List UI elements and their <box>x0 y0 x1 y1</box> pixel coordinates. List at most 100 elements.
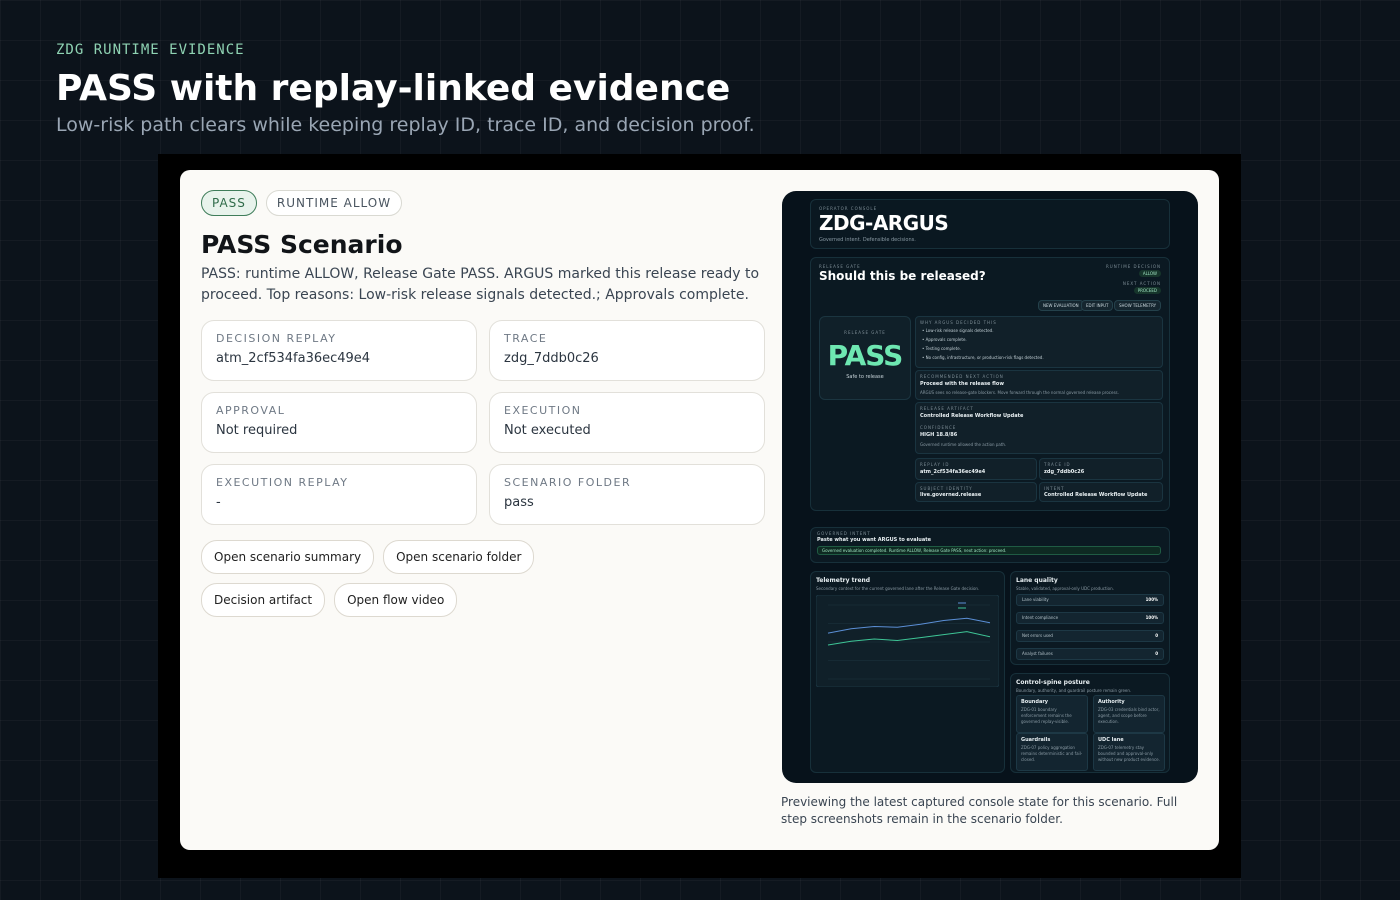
artifact-name: Controlled Release Workflow Update <box>920 413 1024 419</box>
field-value: pass <box>504 495 534 510</box>
scenario-description: PASS: runtime ALLOW, Release Gate PASS. … <box>201 266 760 303</box>
field-label: DECISION REPLAY <box>216 332 337 345</box>
page-title: PASS with replay-linked evidence <box>56 68 731 109</box>
field-value: - <box>216 495 221 510</box>
spine-subtitle: Boundary, authority, and guardrail postu… <box>1016 688 1132 693</box>
reason-item: • Approvals complete. <box>922 337 967 342</box>
console-preview: OPERATOR CONSOLE ZDG-ARGUS Governed inte… <box>782 191 1198 783</box>
approval-field: APPROVAL Not required <box>201 392 477 453</box>
verdict-card: RELEASE GATE PASS Safe to release <box>819 316 911 400</box>
verdict-subtext: Safe to release <box>846 374 884 380</box>
scenario-title: PASS Scenario <box>201 230 403 259</box>
spine-box-text: ZDG-07 policy aggregation remains determ… <box>1021 745 1083 762</box>
lane-row-label: Net errors used <box>1022 633 1053 638</box>
field-label: TRACE <box>504 332 548 345</box>
trace-id-label: TRACE ID <box>1044 462 1071 467</box>
rec-label: RECOMMENDED NEXT ACTION <box>920 374 1004 379</box>
field-label: EXECUTION <box>504 404 582 417</box>
spine-box-boundary: Boundary ZDG-01 boundary enforcement rem… <box>1016 695 1088 733</box>
verdict-word: PASS <box>827 339 904 372</box>
status-chips: PASS RUNTIME ALLOW <box>201 190 766 216</box>
evidence-fields: DECISION REPLAY atm_2cf534fa36ec49e4 TRA… <box>201 320 766 525</box>
field-value: atm_2cf534fa36ec49e4 <box>216 351 371 366</box>
execution-replay-field: EXECUTION REPLAY - <box>201 464 477 525</box>
field-label: SCENARIO FOLDER <box>504 476 632 489</box>
lane-row: Intent compliance 100% <box>1016 612 1164 624</box>
subject-value: live.governed.release <box>920 492 982 498</box>
replay-id-value: atm_2cf534fa36ec49e4 <box>920 469 986 475</box>
confidence-value: HIGH 18.8/86 <box>920 432 958 438</box>
scenario-folder-field: SCENARIO FOLDER pass <box>489 464 765 525</box>
subject-label: SUBJECT IDENTITY <box>920 486 973 491</box>
eyebrow-label: ZDG RUNTIME EVIDENCE <box>56 42 245 58</box>
intent-cell: INTENT Controlled Release Workflow Updat… <box>1039 482 1163 502</box>
runtime-decision-label: RUNTIME DECISION <box>1105 264 1161 269</box>
lane-row-value: 0 <box>1155 633 1158 638</box>
console-header: OPERATOR CONSOLE ZDG-ARGUS Governed inte… <box>810 199 1170 249</box>
decision-artifact-button[interactable]: Decision artifact <box>201 583 326 617</box>
show-telemetry-button[interactable]: SHOW TELEMETRY <box>1114 300 1162 311</box>
lane-row-value: 0 <box>1155 651 1158 656</box>
spine-box-title: Authority <box>1098 699 1125 705</box>
rec-text: ARGUS sees no release-gate blockers. Mov… <box>920 390 1119 395</box>
rec-title: Proceed with the release flow <box>920 381 1004 387</box>
spine-box-title: Boundary <box>1021 699 1049 705</box>
spine-box-title: Guardrails <box>1021 737 1051 743</box>
lane-subtitle: Stable, validated, approval-only UDC pro… <box>1016 586 1114 591</box>
lane-row: Analyst failures 0 <box>1016 648 1164 660</box>
release-gate-panel: RELEASE GATE Should this be released? RU… <box>810 257 1170 511</box>
trace-id-cell: TRACE ID zdg_7ddb0c26 <box>1039 458 1163 480</box>
scenario-details: PASS RUNTIME ALLOW PASS Scenario PASS: r… <box>201 190 766 617</box>
edit-input-button[interactable]: EDIT INPUT <box>1081 300 1114 311</box>
artifact-label: RELEASE ARTIFACT <box>920 406 974 411</box>
lane-row-label: Analyst failures <box>1022 651 1053 656</box>
decision-replay-field: DECISION REPLAY atm_2cf534fa36ec49e4 <box>201 320 477 381</box>
input-title[interactable]: Paste what you want ARGUS to evaluate <box>817 537 931 543</box>
spine-box-guardrails: Guardrails ZDG-07 policy aggregation rem… <box>1016 733 1088 771</box>
new-evaluation-button[interactable]: NEW EVALUATION <box>1038 300 1084 311</box>
lane-row-value: 100% <box>1145 615 1158 620</box>
trace-id-value: zdg_7ddb0c26 <box>1044 469 1085 475</box>
field-label: EXECUTION REPLAY <box>216 476 349 489</box>
next-action-label: NEXT ACTION <box>1122 281 1161 286</box>
status-message: Governed evaluation completed. Runtime A… <box>817 546 1161 555</box>
runtime-decision-pill: ALLOW <box>1138 270 1161 277</box>
pass-badge: PASS <box>201 190 257 216</box>
telemetry-panel: Telemetry trend Secondary context for th… <box>810 571 1005 773</box>
verdict-label: RELEASE GATE <box>844 330 886 335</box>
reason-item: • Low-risk release signals detected. <box>922 328 994 333</box>
preview-caption: Previewing the latest captured console s… <box>781 795 1178 826</box>
replay-id-cell: REPLAY ID atm_2cf534fa36ec49e4 <box>915 458 1037 480</box>
runtime-allow-badge: RUNTIME ALLOW <box>265 190 403 216</box>
trace-field: TRACE zdg_7ddb0c26 <box>489 320 765 381</box>
open-scenario-summary-button[interactable]: Open scenario summary <box>201 540 375 574</box>
open-flow-video-button[interactable]: Open flow video <box>334 583 458 617</box>
recommended-action-panel: RECOMMENDED NEXT ACTION Proceed with the… <box>915 370 1163 400</box>
field-value: Not executed <box>504 423 591 438</box>
governed-intent-input-panel: GOVERNED INTENT Paste what you want ARGU… <box>810 527 1170 563</box>
confidence-note: Governed runtime allowed the action path… <box>920 442 1007 447</box>
spine-box-authority: Authority ZDG-03 credentials bind actor,… <box>1093 695 1165 733</box>
telemetry-chart <box>816 595 999 687</box>
subject-identity-cell: SUBJECT IDENTITY live.governed.release <box>915 482 1037 502</box>
telemetry-title: Telemetry trend <box>816 577 871 584</box>
artifact-panel: RELEASE ARTIFACT Controlled Release Work… <box>915 402 1163 454</box>
execution-field: EXECUTION Not executed <box>489 392 765 453</box>
console-brand: ZDG-ARGUS <box>819 211 949 235</box>
scenario-links: Open scenario summary Open scenario fold… <box>201 540 661 617</box>
spine-box-text: ZDG-07 telemetry stay bounded and approv… <box>1098 745 1160 762</box>
page-subtitle: Low-risk path clears while keeping repla… <box>56 114 755 136</box>
reason-item: • No config, infrastructure, or producti… <box>922 355 1044 360</box>
lane-row-label: Lane viability <box>1022 597 1049 602</box>
open-scenario-folder-button[interactable]: Open scenario folder <box>383 540 535 574</box>
telemetry-subtitle: Secondary context for the current govern… <box>816 586 980 591</box>
control-spine-panel: Control-spine posture Boundary, authorit… <box>1010 673 1170 773</box>
next-action-pill: PROCEED <box>1133 287 1161 294</box>
why-panel: WHY ARGUS DECIDED THIS • Low-risk releas… <box>915 316 1163 368</box>
scenario-card: PASS RUNTIME ALLOW PASS Scenario PASS: r… <box>180 170 1219 850</box>
spine-box-title: UDC lane <box>1098 737 1124 743</box>
lane-quality-panel: Lane quality Stable, validated, approval… <box>1010 571 1170 665</box>
spine-box-udc-lane: UDC lane ZDG-07 telemetry stay bounded a… <box>1093 733 1165 771</box>
lane-row-value: 100% <box>1145 597 1158 602</box>
intent-value: Controlled Release Workflow Update <box>1044 492 1148 498</box>
